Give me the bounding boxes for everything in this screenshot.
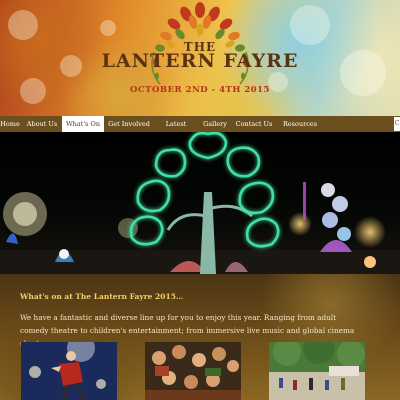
outdoor-festival-photo-icon	[269, 342, 365, 400]
performer-photo-icon	[21, 342, 117, 400]
nav-item-resources[interactable]: Resources	[280, 116, 320, 132]
crowd-photo-icon	[145, 342, 241, 400]
nav-item-get-involved[interactable]: Get Involved	[108, 116, 150, 132]
hero-image	[0, 132, 400, 274]
site-header: The Lantern Fayre October 2nd - 4th 2015	[0, 0, 400, 116]
nav-item-latest-news[interactable]: Latest News	[156, 116, 196, 144]
nav-item-whats-on[interactable]: What's On	[62, 116, 104, 132]
event-thumbnail-performer[interactable]	[21, 342, 117, 400]
nav-item-gallery[interactable]: Gallery	[200, 116, 230, 132]
nav-item-home[interactable]: Home	[0, 116, 20, 132]
section-title: What's on at The Lantern Fayre 2015…	[20, 292, 184, 301]
main-nav: Home About Us What's On Get Involved Lat…	[0, 116, 400, 144]
nav-item-about-us[interactable]: About Us	[26, 116, 58, 132]
event-thumbnail-outdoor[interactable]	[269, 342, 365, 400]
side-tab[interactable]: C	[394, 117, 400, 131]
lantern-tree-scene-icon	[0, 132, 400, 274]
logo-title[interactable]: Lantern Fayre	[0, 50, 400, 72]
festival-dates: October 2nd - 4th 2015	[130, 85, 270, 95]
nav-item-contact-us[interactable]: Contact Us	[234, 116, 274, 132]
event-thumbnail-crowd[interactable]	[145, 342, 241, 400]
